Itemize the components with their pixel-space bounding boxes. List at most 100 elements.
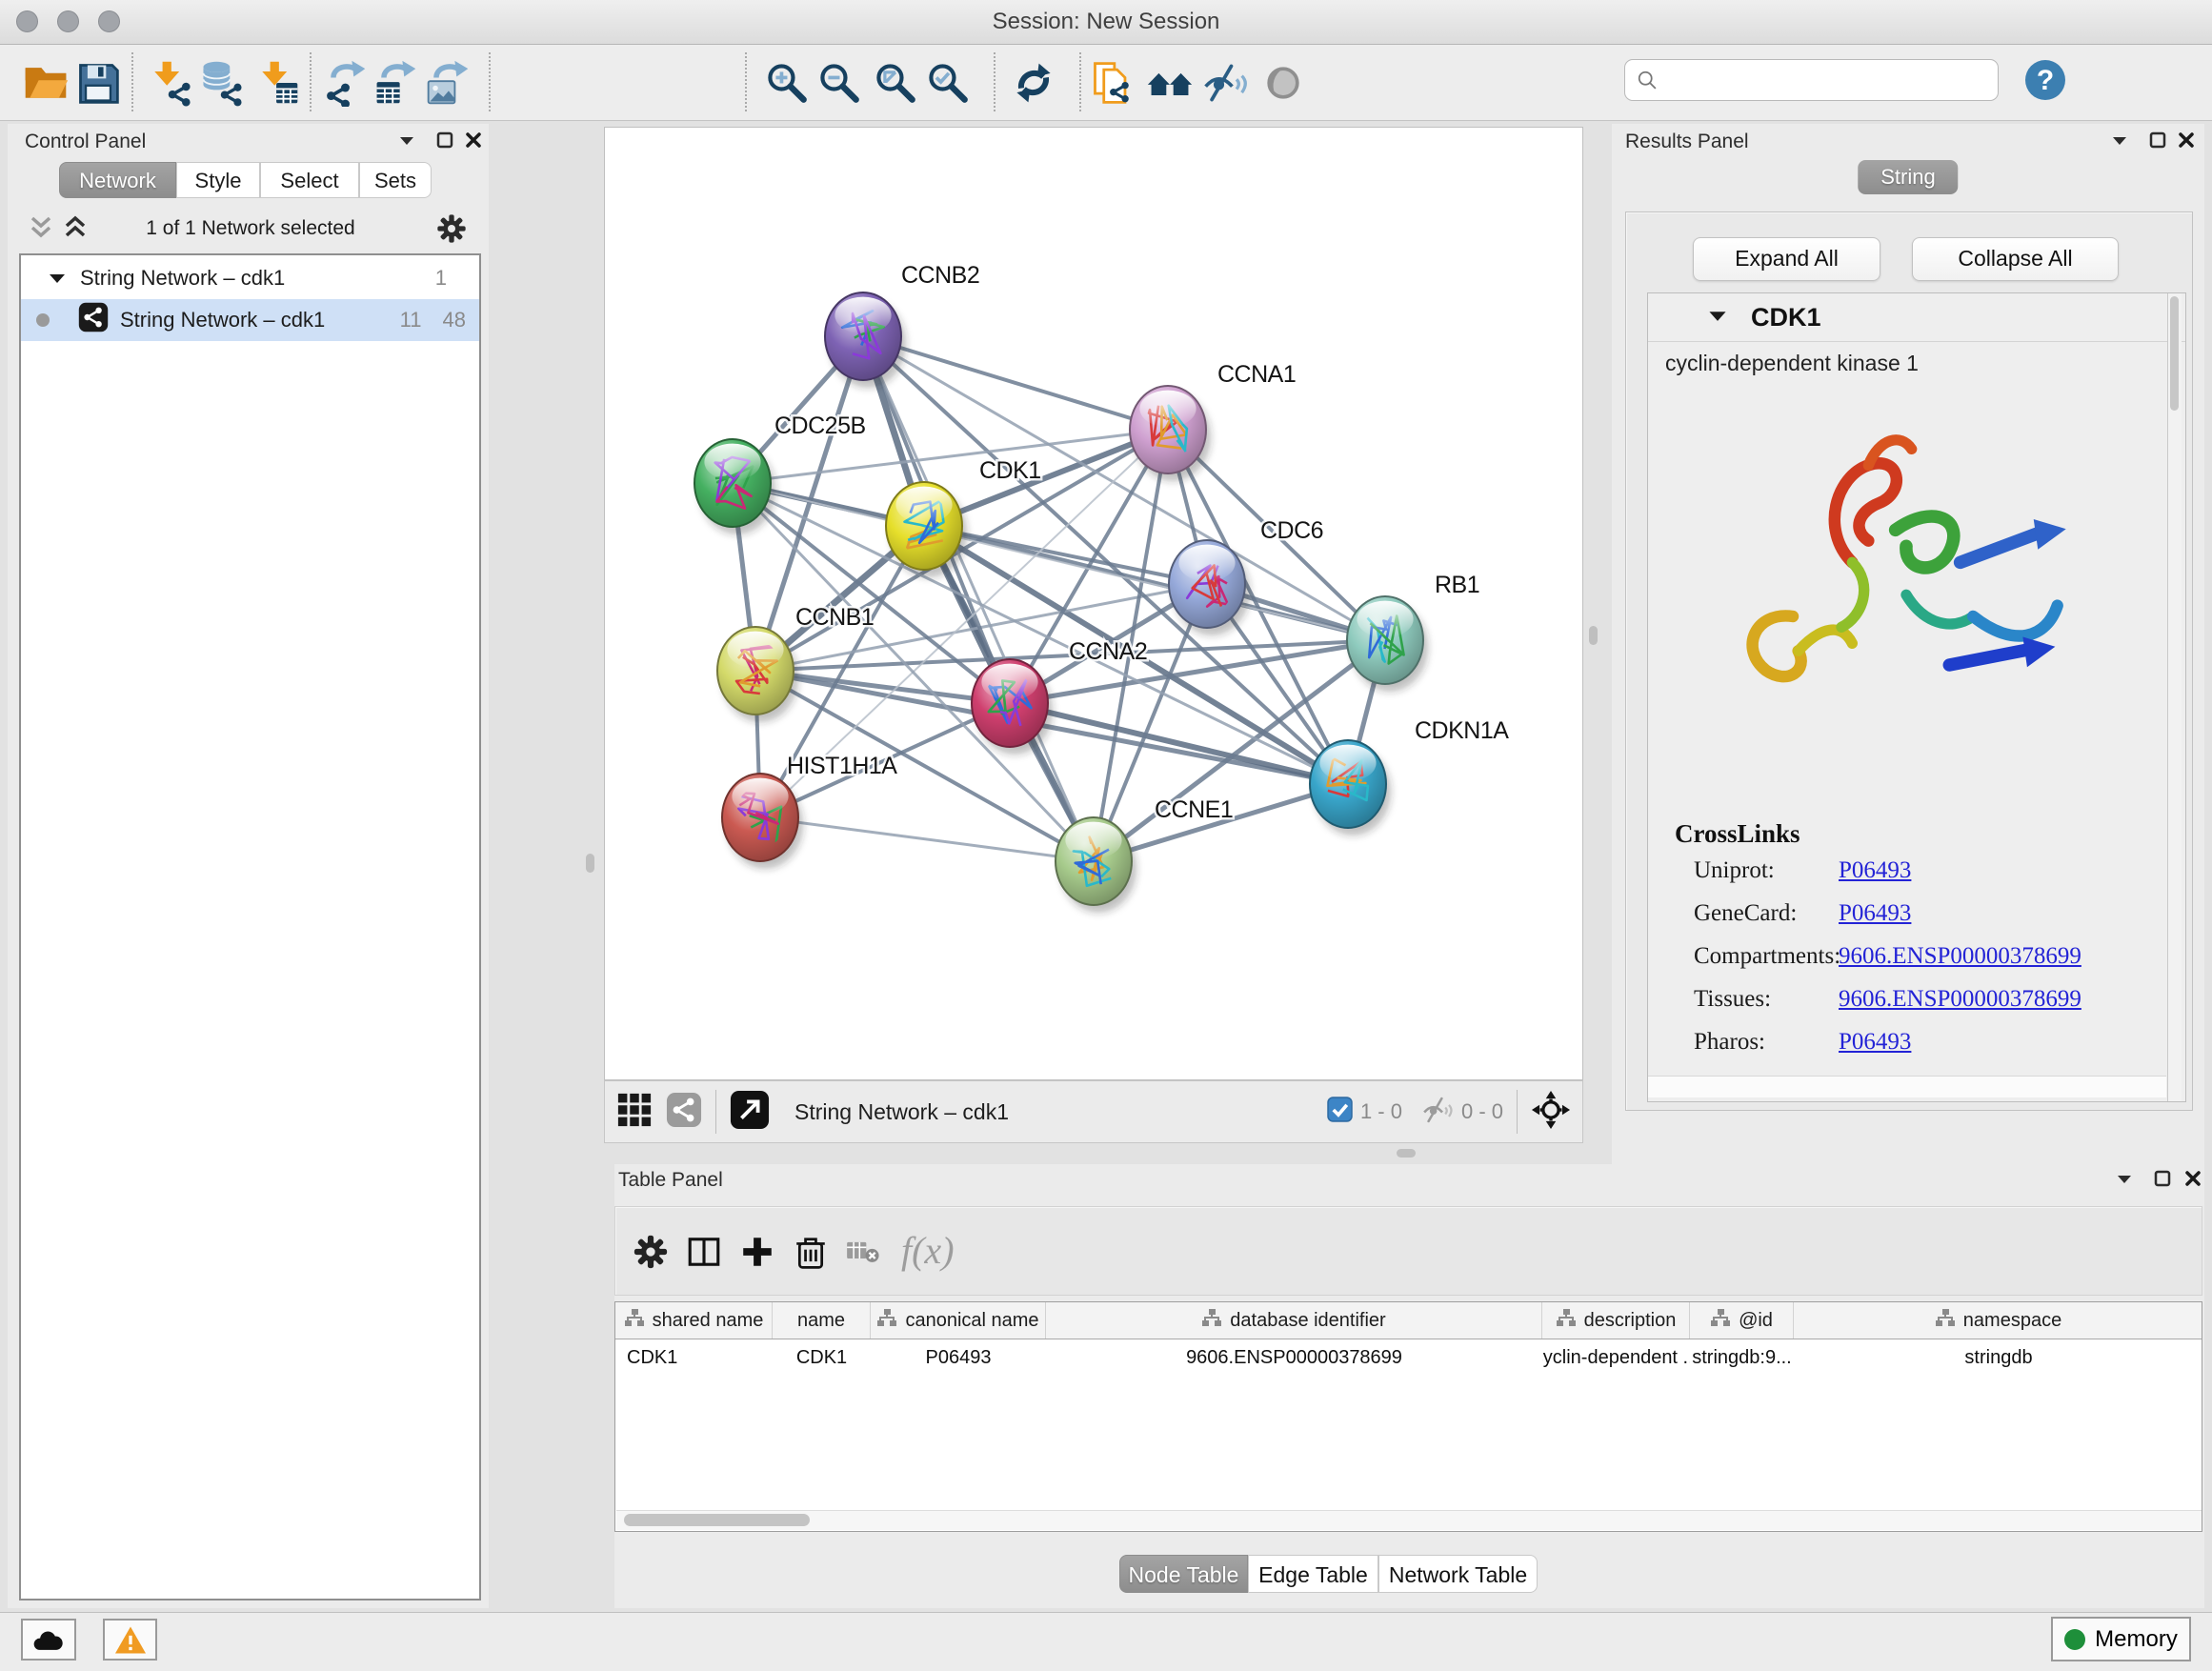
panel-menu-icon[interactable] bbox=[2116, 1174, 2133, 1185]
save-session-button[interactable] bbox=[74, 59, 122, 107]
crosslink-label: Pharos: bbox=[1694, 1029, 1765, 1056]
network-node-CCNA1[interactable]: CCNA1 bbox=[1130, 361, 1296, 481]
table-horizontal-scrollbar[interactable] bbox=[616, 1510, 2202, 1530]
gene-card-header[interactable]: CDK1 bbox=[1648, 293, 2185, 342]
tab-edge-table[interactable]: Edge Table bbox=[1248, 1555, 1378, 1593]
network-row[interactable]: String Network – cdk1 11 48 bbox=[21, 299, 479, 341]
show-all-button[interactable] bbox=[1259, 59, 1307, 107]
panel-close-icon[interactable] bbox=[2184, 1170, 2202, 1187]
search-box[interactable] bbox=[1624, 59, 1999, 101]
network-node-RB1[interactable]: RB1 bbox=[1347, 572, 1479, 692]
panel-close-icon[interactable] bbox=[465, 131, 482, 149]
scrollbar-thumb[interactable] bbox=[624, 1514, 810, 1526]
zoom-selected-button[interactable] bbox=[924, 59, 972, 107]
create-column-plus-icon[interactable] bbox=[737, 1232, 777, 1272]
help-button[interactable]: ? bbox=[2023, 58, 2067, 102]
scrollbar-thumb[interactable] bbox=[2170, 296, 2179, 411]
network-node-CDKN1A[interactable]: CDKN1A bbox=[1310, 717, 1509, 836]
gene-description: cyclin-dependent kinase 1 bbox=[1665, 351, 1919, 376]
open-session-button[interactable] bbox=[22, 59, 70, 107]
crosslink-link[interactable]: P06493 bbox=[1839, 1029, 1911, 1056]
memory-button[interactable]: Memory bbox=[2051, 1617, 2191, 1661]
export-table-button[interactable] bbox=[372, 59, 419, 107]
tab-style[interactable]: Style bbox=[176, 162, 260, 198]
new-network-from-selection-button[interactable] bbox=[1089, 59, 1136, 107]
panel-float-icon[interactable] bbox=[2154, 1170, 2171, 1187]
hidden-eye-icon[interactable] bbox=[1421, 1094, 1454, 1131]
network-node-CCNB2[interactable]: CCNB2 bbox=[825, 262, 979, 388]
panel-divider-handle[interactable] bbox=[1589, 626, 1598, 645]
column-header-name[interactable]: name bbox=[773, 1302, 871, 1339]
selected-checkbox-icon[interactable] bbox=[1327, 1097, 1353, 1127]
expand-all-button[interactable]: Expand All bbox=[1693, 237, 1880, 281]
column-header-databaseidentifier[interactable]: database identifier bbox=[1046, 1302, 1542, 1339]
first-neighbors-button[interactable] bbox=[1146, 59, 1194, 107]
table-cell[interactable]: P06493 bbox=[871, 1339, 1046, 1376]
zoom-out-button[interactable] bbox=[815, 59, 863, 107]
table-cell[interactable]: stringdb bbox=[1794, 1339, 2202, 1376]
tab-sets[interactable]: Sets bbox=[359, 162, 432, 198]
network-node-CCNB1[interactable]: CCNB1 bbox=[717, 604, 874, 722]
column-header-id[interactable]: @id bbox=[1690, 1302, 1794, 1339]
refresh-view-button[interactable] bbox=[1010, 59, 1057, 107]
network-collection-row[interactable]: String Network – cdk1 1 bbox=[21, 257, 479, 299]
crosslink-link[interactable]: P06493 bbox=[1839, 857, 1911, 884]
import-network-file-button[interactable] bbox=[146, 59, 193, 107]
tab-string[interactable]: String bbox=[1858, 160, 1958, 194]
tab-network-table[interactable]: Network Table bbox=[1378, 1555, 1538, 1593]
crosslink-link[interactable]: 9606.ENSP00000378699 bbox=[1839, 943, 2081, 970]
results-scrollbar[interactable] bbox=[2167, 293, 2182, 1101]
panel-menu-icon[interactable] bbox=[2111, 135, 2128, 147]
zoom-in-button[interactable] bbox=[763, 59, 811, 107]
external-view-icon[interactable] bbox=[730, 1090, 770, 1135]
cloud-button[interactable] bbox=[21, 1619, 76, 1661]
warning-button[interactable] bbox=[103, 1619, 157, 1661]
expand-all-icon[interactable] bbox=[63, 213, 88, 247]
export-image-button[interactable] bbox=[424, 59, 472, 107]
network-node-CDC25B[interactable]: CDC25B bbox=[694, 413, 866, 534]
table-row[interactable]: CDK1CDK1P064939606.ENSP00000378699cyclin… bbox=[615, 1339, 2202, 1376]
show-columns-icon[interactable] bbox=[684, 1232, 724, 1272]
column-header-namespace[interactable]: namespace bbox=[1794, 1302, 2202, 1339]
table-settings-gear-icon[interactable] bbox=[631, 1232, 671, 1272]
import-table-file-button[interactable] bbox=[253, 59, 301, 107]
navigator-crosshair-icon[interactable] bbox=[1531, 1090, 1571, 1135]
column-header-description[interactable]: description bbox=[1542, 1302, 1690, 1339]
network-options-gear-icon[interactable] bbox=[434, 211, 469, 246]
network-node-HIST1H1A[interactable]: HIST1H1A bbox=[722, 753, 897, 869]
column-header-canonicalname[interactable]: canonical name bbox=[871, 1302, 1046, 1339]
panel-float-icon[interactable] bbox=[2149, 131, 2166, 149]
import-network-database-button[interactable] bbox=[197, 59, 245, 107]
panel-divider-handle[interactable] bbox=[1397, 1149, 1416, 1158]
hide-selection-button[interactable] bbox=[1201, 59, 1249, 107]
tab-network[interactable]: Network bbox=[59, 162, 176, 198]
panel-divider-handle[interactable] bbox=[586, 854, 594, 873]
collapse-all-icon[interactable] bbox=[29, 213, 53, 247]
network-node-CCNE1[interactable]: CCNE1 bbox=[1056, 796, 1233, 913]
crosslink-link[interactable]: 9606.ENSP00000378699 bbox=[1839, 986, 2081, 1013]
table-cell[interactable]: CDK1 bbox=[615, 1339, 773, 1376]
collapse-triangle-icon[interactable] bbox=[1707, 309, 1728, 328]
panel-float-icon[interactable] bbox=[436, 131, 453, 149]
delete-column-trash-icon[interactable] bbox=[791, 1232, 831, 1272]
zoom-fit-content-button[interactable] bbox=[872, 59, 919, 107]
column-label: canonical name bbox=[905, 1310, 1038, 1332]
tab-select[interactable]: Select bbox=[260, 162, 359, 198]
table-cell[interactable]: CDK1 bbox=[773, 1339, 871, 1376]
panel-menu-icon[interactable] bbox=[398, 135, 415, 147]
crosslink-link[interactable]: P06493 bbox=[1839, 900, 1911, 927]
panel-close-icon[interactable] bbox=[2178, 131, 2195, 149]
table-cell[interactable]: cyclin-dependent ... bbox=[1542, 1339, 1690, 1376]
tab-node-table[interactable]: Node Table bbox=[1119, 1555, 1248, 1593]
search-input[interactable] bbox=[1667, 67, 1988, 93]
share-network-icon[interactable] bbox=[666, 1092, 702, 1133]
tree-expand-icon[interactable] bbox=[48, 266, 67, 291]
collapse-all-button[interactable]: Collapse All bbox=[1912, 237, 2119, 281]
column-header-sharedname[interactable]: shared name bbox=[615, 1302, 773, 1339]
table-cell[interactable]: 9606.ENSP00000378699 bbox=[1046, 1339, 1542, 1376]
network-canvas[interactable]: CCNB2 CCNA1 CDC25B CDK1 bbox=[604, 127, 1583, 1080]
grid-view-icon[interactable] bbox=[616, 1092, 653, 1133]
table-cell[interactable]: stringdb:9... bbox=[1690, 1339, 1794, 1376]
export-network-button[interactable] bbox=[321, 59, 369, 107]
column-type-icon bbox=[1201, 1308, 1222, 1333]
